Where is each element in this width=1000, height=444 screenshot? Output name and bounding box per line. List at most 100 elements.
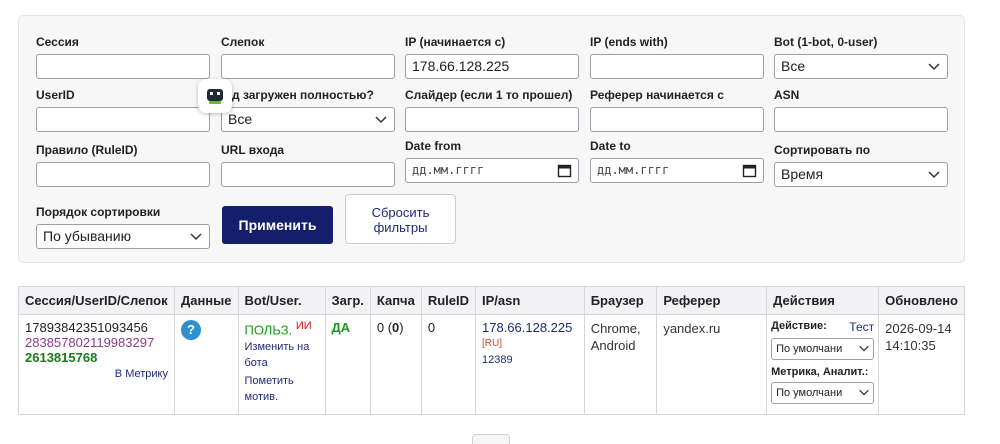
ai-mark: ИИ: [295, 320, 312, 332]
date-to-filter: Date to дд.мм.гггг: [590, 138, 764, 183]
change-to-bot-link[interactable]: Изменить на бота: [245, 339, 319, 371]
referer-input[interactable]: [590, 107, 764, 132]
session-label: Сессия: [36, 35, 79, 49]
question-icon[interactable]: ?: [180, 320, 201, 340]
url-input[interactable]: [221, 162, 395, 187]
sort-by-select[interactable]: Время: [774, 162, 948, 187]
date-to-input[interactable]: дд.мм.гггг: [590, 158, 764, 183]
sort-order-value: По убыванию: [43, 228, 132, 244]
updated-date: 2026-09-14: [885, 321, 952, 336]
col-data: Данные: [173, 286, 239, 315]
table-header-row: Сессия/UserID/Слепок Данные Bot/User. За…: [18, 286, 965, 315]
chevron-down-icon: [859, 389, 869, 396]
chevron-down-icon: [375, 116, 387, 124]
browser-line1: Chrome,: [590, 321, 641, 336]
date-from-input[interactable]: дд.мм.гггг: [405, 158, 579, 183]
session-filter: Сессия: [36, 34, 210, 79]
bot-select[interactable]: Все: [774, 54, 948, 79]
ip-starts-label: IP (начинается с): [405, 35, 506, 49]
userid-filter: UserID: [36, 87, 210, 132]
rule-input[interactable]: [36, 162, 210, 187]
cell-ruleid: 0: [420, 314, 477, 415]
asn-input[interactable]: [774, 107, 948, 132]
action-select[interactable]: По умолчани: [771, 338, 875, 360]
ip-ends-filter: IP (ends with): [590, 34, 764, 79]
calendar-icon[interactable]: [742, 163, 757, 178]
loaded-select-value: Все: [228, 111, 253, 127]
slider-label: Слайдер (если 1 то прошел): [405, 88, 573, 102]
change-link-line1: Изменить на: [244, 341, 310, 354]
ip-starts-input[interactable]: 178.66.128.225: [405, 54, 579, 79]
pagination-button[interactable]: [472, 434, 510, 444]
slepok-input[interactable]: [221, 54, 395, 79]
sessions-table: Сессия/UserID/Слепок Данные Bot/User. За…: [18, 286, 965, 415]
col-loaded: Загр.: [324, 286, 371, 315]
slepok-filter: Слепок: [221, 34, 395, 79]
date-to-label: Date to: [590, 139, 631, 153]
bot-label: Bot (1-bot, 0-user): [774, 35, 878, 49]
col-session: Сессия/UserID/Слепок: [18, 286, 175, 315]
date-from-filter: Date from дд.мм.гггг: [405, 138, 579, 183]
cell-updated: 2026-09-14 14:10:35: [878, 314, 965, 415]
loaded-filter: д загружен полностью? Все: [221, 87, 395, 132]
slepok-label: Слепок: [221, 35, 265, 49]
reset-label-line2: фильтры: [373, 220, 428, 235]
slider-input[interactable]: [405, 107, 579, 132]
rule-label: Правило (RuleID): [36, 143, 138, 157]
cell-bot-user: ПОЛЬЗ. ИИ Изменить на бота Пометить моти…: [237, 314, 326, 415]
chevron-down-icon: [859, 345, 869, 352]
user-type: ПОЛЬЗ.: [244, 322, 293, 338]
cell-data: ?: [173, 314, 239, 415]
cell-referer: yandex.ru: [656, 314, 768, 415]
slepok-id: 2613815768: [25, 350, 98, 365]
cell-session: 17893842351093456 283857802119983297 261…: [18, 314, 175, 415]
mark-link-line2: мотив.: [244, 391, 279, 404]
col-captcha: Капча: [369, 286, 422, 315]
filter-panel: Сессия Слепок IP (начинается с) 178.66.1…: [18, 15, 965, 263]
metrika-select[interactable]: По умолчани: [771, 382, 875, 404]
action-test-link[interactable]: Тест: [849, 320, 874, 334]
asn-filter: ASN: [774, 87, 948, 132]
chevron-down-icon: [928, 171, 940, 179]
action-select-value: По умолчани: [776, 343, 843, 355]
col-bot-user: Bot/User.: [237, 286, 326, 315]
robot-icon-button[interactable]: [198, 79, 232, 113]
col-updated: Обновлено: [878, 286, 965, 315]
loaded-label: д загружен полностью?: [232, 88, 374, 102]
col-ruleid: RuleID: [420, 286, 477, 315]
url-filter: URL входа: [221, 142, 395, 187]
loaded-select[interactable]: Все: [221, 107, 395, 132]
browser-line2: Android: [590, 338, 636, 353]
date-to-placeholder: дд.мм.гггг: [597, 163, 670, 177]
change-link-line2: бота: [244, 357, 268, 370]
session-id: 17893842351093456: [25, 320, 148, 335]
table-row: 17893842351093456 283857802119983297 261…: [18, 314, 965, 415]
metrika-select-value: По умолчани: [776, 387, 843, 399]
slider-filter: Слайдер (если 1 то прошел): [405, 87, 579, 132]
country-code: [RU]: [482, 338, 502, 349]
mark-motive-link[interactable]: Пометить мотив.: [245, 373, 319, 405]
cell-captcha: 0 (0): [369, 314, 422, 415]
bot-select-value: Все: [781, 58, 806, 74]
userid-input[interactable]: [36, 107, 210, 132]
referer-filter: Реферер начинается с: [590, 87, 764, 132]
col-browser: Браузер: [583, 286, 658, 315]
apply-button[interactable]: Применить: [222, 206, 333, 244]
date-from-placeholder: дд.мм.гггг: [412, 163, 485, 177]
sort-order-label: Порядок сортировки: [36, 205, 161, 219]
user-id: 283857802119983297: [25, 335, 155, 350]
metrika-link[interactable]: В Метрику: [25, 368, 168, 380]
reset-filters-button[interactable]: Сбросить фильтры: [345, 194, 456, 244]
chevron-down-icon: [928, 63, 940, 71]
calendar-icon[interactable]: [557, 163, 572, 178]
sort-order-select[interactable]: По убыванию: [36, 224, 210, 249]
cell-loaded: ДА: [324, 314, 371, 415]
rule-filter: Правило (RuleID): [36, 142, 210, 187]
asn-link[interactable]: 12389: [482, 354, 578, 366]
metrika-analytics-label: Метрика, Аналит.:: [771, 366, 869, 378]
referer-value: yandex.ru: [663, 321, 721, 336]
session-input[interactable]: [36, 54, 210, 79]
ip-ends-input[interactable]: [590, 54, 764, 79]
sort-order-filter: Порядок сортировки По убыванию: [36, 204, 210, 249]
ip-link[interactable]: 178.66.128.225: [482, 320, 578, 335]
